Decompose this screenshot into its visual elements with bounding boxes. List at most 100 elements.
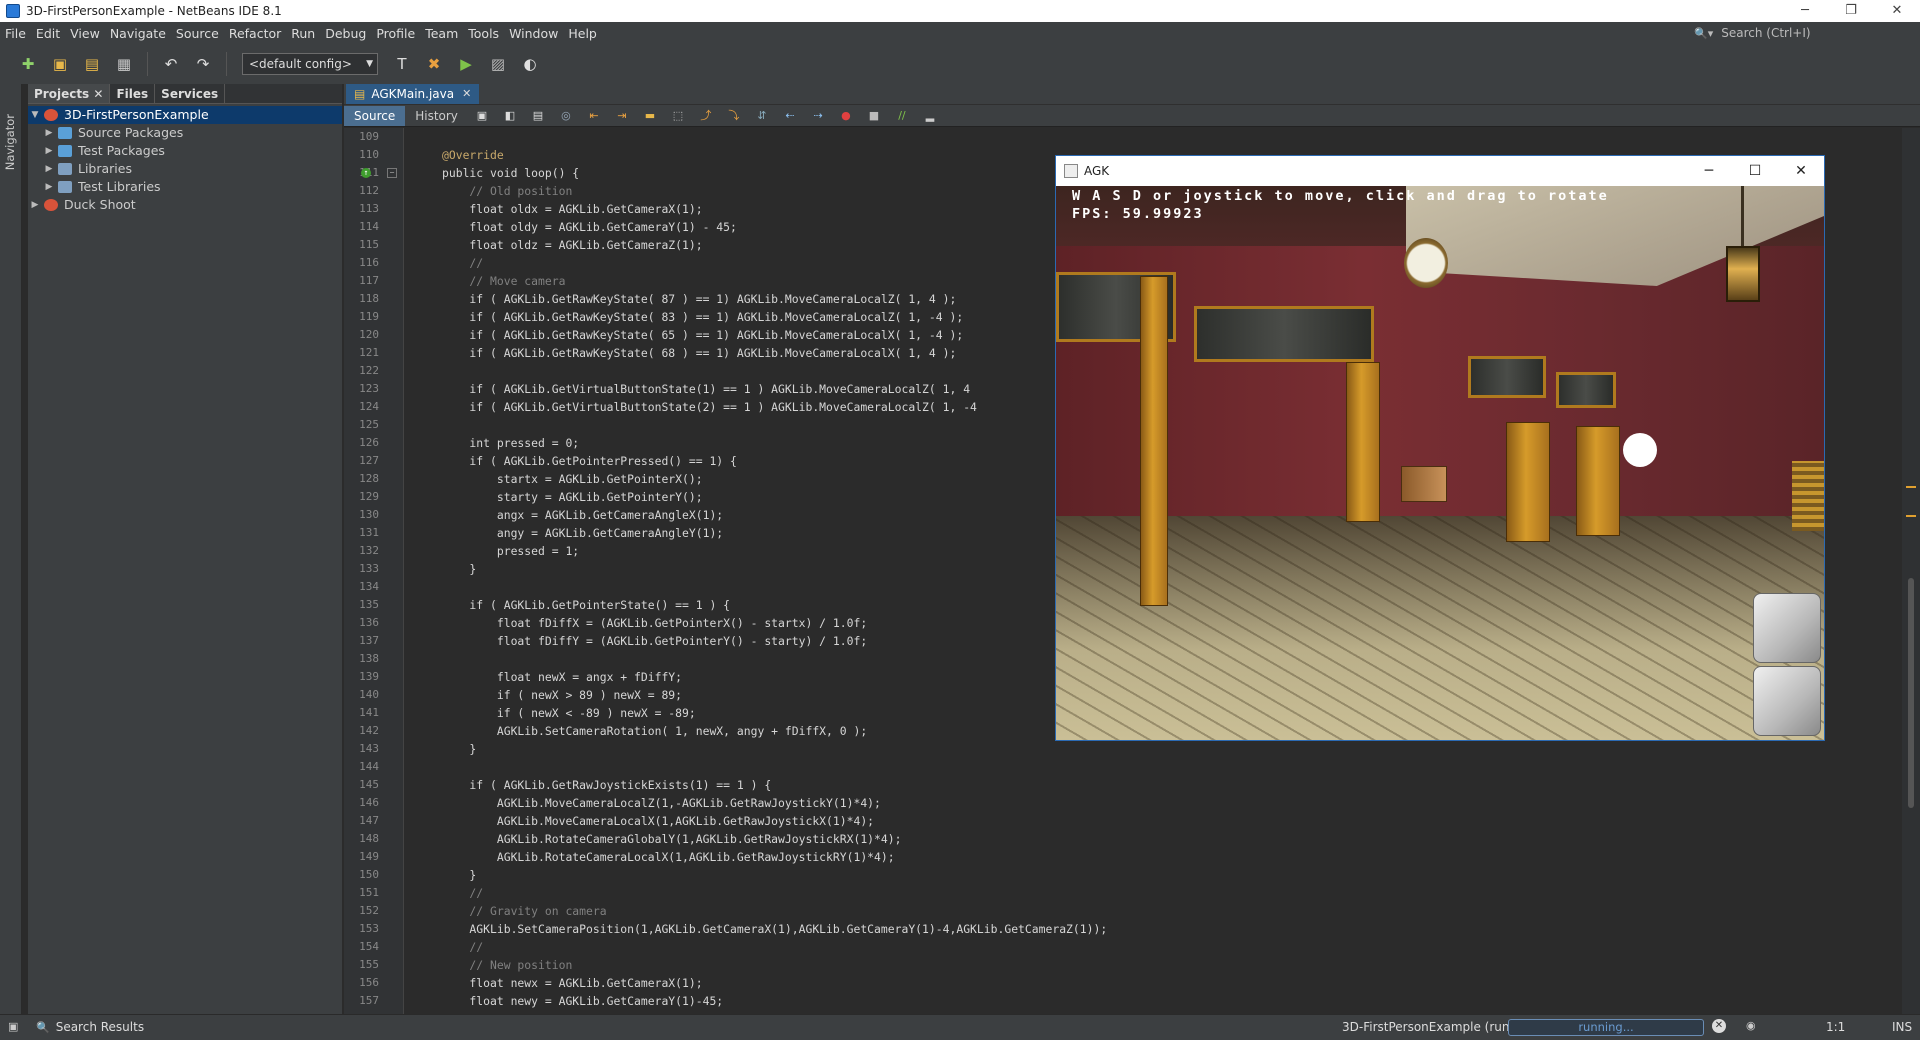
vertical-scrollbar[interactable] bbox=[1908, 578, 1914, 808]
menu-help[interactable]: Help bbox=[563, 26, 602, 41]
navigator-tab[interactable]: Navigator bbox=[3, 114, 17, 170]
find-previous-icon[interactable]: ⇤ bbox=[586, 109, 602, 123]
code-line[interactable] bbox=[404, 128, 1894, 146]
menu-window[interactable]: Window bbox=[504, 26, 563, 41]
agk-minimize-button[interactable]: ─ bbox=[1686, 156, 1732, 186]
tab-projects[interactable]: Projects ✕ bbox=[28, 84, 111, 103]
new-project-icon[interactable]: ▣ bbox=[49, 53, 71, 75]
code-line[interactable]: // New position bbox=[404, 956, 1894, 974]
uncomment-icon[interactable]: ▂ bbox=[922, 109, 938, 123]
close-icon[interactable]: ✕ bbox=[93, 87, 103, 101]
minimize-button[interactable]: ─ bbox=[1782, 0, 1828, 22]
code-line[interactable]: float newx = AGKLib.GetCameraX(1); bbox=[404, 974, 1894, 992]
next-bookmark-icon[interactable]: ⤵ bbox=[726, 109, 742, 123]
code-line[interactable]: // bbox=[404, 938, 1894, 956]
forward-icon[interactable]: ▤ bbox=[530, 109, 546, 123]
profile-icon[interactable]: ◐ bbox=[519, 53, 541, 75]
agk-maximize-button[interactable]: ☐ bbox=[1732, 156, 1778, 186]
code-line[interactable]: AGKLib.RotateCameraLocalX(1,AGKLib.GetRa… bbox=[404, 848, 1894, 866]
warning-mark[interactable] bbox=[1906, 515, 1916, 517]
menu-view[interactable]: View bbox=[65, 26, 105, 41]
warning-mark[interactable] bbox=[1906, 486, 1916, 488]
collapse-arrow-icon[interactable]: ▶ bbox=[28, 196, 42, 214]
tab-history[interactable]: History bbox=[405, 106, 468, 126]
tab-files[interactable]: Files bbox=[110, 84, 156, 103]
fold-toggle-icon[interactable]: − bbox=[387, 168, 397, 178]
search-results-tab[interactable]: 🔍 Search Results bbox=[36, 1020, 144, 1034]
back-icon[interactable]: ◧ bbox=[502, 109, 518, 123]
search-input[interactable]: Search (Ctrl+I) bbox=[1721, 26, 1810, 40]
expand-arrow-icon[interactable]: ▼ bbox=[28, 106, 42, 124]
menu-source[interactable]: Source bbox=[171, 26, 224, 41]
menu-debug[interactable]: Debug bbox=[320, 26, 371, 41]
menu-file[interactable]: File bbox=[0, 26, 31, 41]
menu-run[interactable]: Run bbox=[286, 26, 320, 41]
restore-button[interactable]: ❐ bbox=[1828, 0, 1874, 22]
toggle-highlight-icon[interactable]: ▬ bbox=[642, 109, 658, 123]
code-line[interactable]: } bbox=[404, 740, 1894, 758]
new-file-icon[interactable]: ✚ bbox=[17, 53, 39, 75]
open-project-icon[interactable]: ▤ bbox=[81, 53, 103, 75]
collapse-arrow-icon[interactable]: ▶ bbox=[42, 142, 56, 160]
tree-item-test-libraries[interactable]: ▶ Test Libraries bbox=[28, 178, 342, 196]
last-edit-icon[interactable]: ▣ bbox=[474, 109, 490, 123]
menu-profile[interactable]: Profile bbox=[371, 26, 420, 41]
debug-icon[interactable]: ▨ bbox=[487, 53, 509, 75]
override-marker-icon[interactable]: ↑ bbox=[361, 168, 371, 178]
code-line[interactable]: // Gravity on camera bbox=[404, 902, 1894, 920]
close-button[interactable]: ✕ bbox=[1874, 0, 1920, 22]
menu-team[interactable]: Team bbox=[420, 26, 463, 41]
tab-services[interactable]: Services bbox=[155, 84, 226, 103]
notifications-icon[interactable]: ◉ bbox=[1746, 1019, 1756, 1032]
toggle-bookmark-icon[interactable]: ⇵ bbox=[754, 109, 770, 123]
toggle-rect-selection-icon[interactable]: ⬚ bbox=[670, 109, 686, 123]
code-line[interactable]: AGKLib.SetCameraPosition(1,AGKLib.GetCam… bbox=[404, 920, 1894, 938]
tree-item-duck-shoot[interactable]: ▶ Duck Shoot bbox=[28, 196, 342, 214]
build-icon[interactable]: T bbox=[391, 53, 413, 75]
game-viewport[interactable]: W A S D or joystick to move, click and d… bbox=[1056, 186, 1824, 740]
tab-agkmain-java[interactable]: ▤ AGKMain.java ✕ bbox=[346, 84, 480, 104]
undo-icon[interactable]: ↶ bbox=[160, 53, 182, 75]
run-icon[interactable]: ▶ bbox=[455, 53, 477, 75]
code-line[interactable]: if ( AGKLib.GetRawJoystickExists(1) == 1… bbox=[404, 776, 1894, 794]
insert-mode[interactable]: INS bbox=[1892, 1020, 1912, 1034]
menu-edit[interactable]: Edit bbox=[31, 26, 65, 41]
shift-left-icon[interactable]: ⇠ bbox=[782, 109, 798, 123]
virtual-button-1[interactable] bbox=[1753, 593, 1821, 663]
agk-close-button[interactable]: ✕ bbox=[1778, 156, 1824, 186]
collapse-arrow-icon[interactable]: ▶ bbox=[42, 124, 56, 142]
code-line[interactable]: } bbox=[404, 866, 1894, 884]
stop-macro-icon[interactable]: ■ bbox=[866, 109, 882, 123]
find-selection-icon[interactable]: ◎ bbox=[558, 109, 574, 123]
config-select[interactable]: <default config> bbox=[242, 53, 378, 75]
tree-item-libraries[interactable]: ▶ Libraries bbox=[28, 160, 342, 178]
tree-item-3d-firstpersonexample[interactable]: ▼ 3D-FirstPersonExample bbox=[28, 106, 342, 124]
prev-bookmark-icon[interactable]: ⤴ bbox=[698, 109, 714, 123]
code-line[interactable]: AGKLib.RotateCameraGlobalY(1,AGKLib.GetR… bbox=[404, 830, 1894, 848]
code-line[interactable] bbox=[404, 758, 1894, 776]
close-tab-icon[interactable]: ✕ bbox=[462, 84, 471, 104]
collapse-arrow-icon[interactable]: ▶ bbox=[42, 178, 56, 196]
cancel-task-icon[interactable]: ✕ bbox=[1712, 1019, 1726, 1033]
code-line[interactable]: float newy = AGKLib.GetCameraY(1)-45; bbox=[404, 992, 1894, 1010]
comment-icon[interactable]: // bbox=[894, 109, 910, 123]
code-line[interactable]: // bbox=[404, 884, 1894, 902]
start-macro-icon[interactable]: ● bbox=[838, 109, 854, 123]
save-all-icon[interactable]: ▦ bbox=[113, 53, 135, 75]
virtual-button-2[interactable] bbox=[1753, 666, 1821, 736]
code-line[interactable]: AGKLib.MoveCameraLocalZ(1,-AGKLib.GetRaw… bbox=[404, 794, 1894, 812]
output-toggle-icon[interactable]: ▣ bbox=[8, 1020, 18, 1033]
redo-icon[interactable]: ↷ bbox=[192, 53, 214, 75]
shift-right-icon[interactable]: ⇢ bbox=[810, 109, 826, 123]
tab-source[interactable]: Source bbox=[344, 105, 406, 126]
clean-build-icon[interactable]: ✖ bbox=[423, 53, 445, 75]
quick-search[interactable]: 🔍▾ Search (Ctrl+I) bbox=[1694, 24, 1904, 42]
menu-tools[interactable]: Tools bbox=[463, 26, 504, 41]
menu-navigate[interactable]: Navigate bbox=[105, 26, 171, 41]
find-next-icon[interactable]: ⇥ bbox=[614, 109, 630, 123]
tree-item-source-packages[interactable]: ▶ Source Packages bbox=[28, 124, 342, 142]
menu-refactor[interactable]: Refactor bbox=[224, 26, 286, 41]
collapse-arrow-icon[interactable]: ▶ bbox=[42, 160, 56, 178]
tree-item-test-packages[interactable]: ▶ Test Packages bbox=[28, 142, 342, 160]
code-line[interactable]: AGKLib.MoveCameraLocalX(1,AGKLib.GetRawJ… bbox=[404, 812, 1894, 830]
